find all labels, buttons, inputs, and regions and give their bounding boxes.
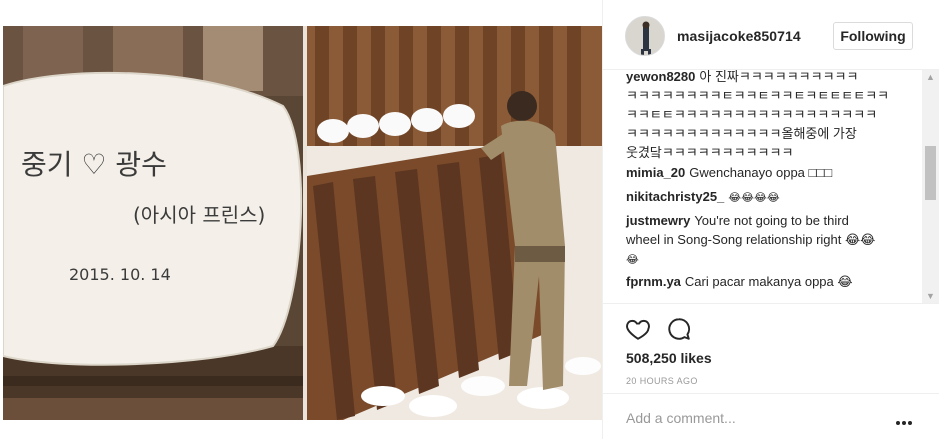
comment-username[interactable]: yewon8280 — [626, 70, 695, 84]
comment-item: nikitachristy25_ 😂😂😂😂 — [626, 187, 901, 207]
scrollbar-thumb[interactable] — [925, 146, 936, 200]
username-link[interactable]: masijacoke850714 — [677, 28, 801, 44]
avatar-image — [626, 17, 664, 55]
comment-username[interactable]: fprnm.ya — [626, 274, 681, 289]
comments-scrollbar[interactable]: ▲ ▼ — [922, 70, 939, 303]
comment-text: ㅋㅋㅋㅋㅋㅋㅋㅋㅌㅋㅋㅌㅋㅋㅌㅋㅌㅌㅌㅌㅋㅋ — [626, 88, 890, 103]
comment-item: 😂 — [626, 249, 901, 269]
comment-text: ㅋㅋㅌㅌㅋㅋㅋㅋㅋㅋㅋㅋㅋㅋㅋㅋㅋㅋㅋㅋㅋ — [626, 107, 878, 122]
add-comment-bar — [602, 393, 939, 439]
comment-text: 😂 — [626, 253, 639, 266]
comment-item: 웃겼닼ㅋㅋㅋㅋㅋㅋㅋㅋㅋㅋㅋ — [626, 143, 901, 162]
post-header: masijacoke850714 Following — [602, 0, 939, 70]
comment-item: wheel in Song-Song relationship right 😂😂 — [626, 230, 901, 249]
likes-count[interactable]: 508,250 likes — [626, 350, 712, 366]
heart-glyph — [626, 319, 650, 340]
comment-text: 웃겼닼ㅋㅋㅋㅋㅋㅋㅋㅋㅋㅋㅋ — [626, 145, 794, 160]
ellipsis-dot — [902, 421, 906, 425]
post-side-panel: masijacoke850714 Following yewon8280 아 진짜… — [602, 0, 939, 439]
post-photo[interactable]: 중기 ♡ 광수 (아시아 프린스) 2015. 10. 14 — [3, 26, 602, 420]
instagram-post: 중기 ♡ 광수 (아시아 프린스) 2015. 10. 14 masijacok… — [0, 0, 939, 439]
comment-item: mimia_20 Gwenchanayo oppa □□□ — [626, 163, 901, 182]
comment-username[interactable]: nikitachristy25_ — [626, 189, 724, 204]
comment-item: yewon8280 아 진짜ㅋㅋㅋㅋㅋㅋㅋㅋㅋㅋ — [626, 70, 901, 86]
post-photo-graphic: 중기 ♡ 광수 (아시아 프린스) 2015. 10. 14 — [3, 26, 602, 420]
comment-item: ㅋㅋㅋㅋㅋㅋㅋㅋㅋㅋㅋㅋㅋ올해중에 가장 — [626, 124, 901, 143]
comment-text: 😂😂😂😂 — [728, 191, 780, 204]
avatar[interactable] — [625, 16, 665, 56]
comment-text: ㅋㅋㅋㅋㅋㅋㅋㅋㅋㅋㅋㅋㅋ올해중에 가장 — [626, 126, 857, 141]
comment-item: ㅋㅋㅌㅌㅋㅋㅋㅋㅋㅋㅋㅋㅋㅋㅋㅋㅋㅋㅋㅋㅋ — [626, 105, 901, 124]
comment-item: justmewry You're not going to be third — [626, 211, 901, 230]
following-button[interactable]: Following — [833, 22, 913, 50]
comment-text: wheel in Song-Song relationship right 😂😂 — [626, 232, 876, 247]
comment-username[interactable]: mimia_20 — [626, 165, 685, 180]
ellipsis-dot — [896, 421, 900, 425]
comment-text: 아 진짜ㅋㅋㅋㅋㅋㅋㅋㅋㅋㅋ — [699, 70, 859, 84]
stone-inscription-line1: 중기 ♡ 광수 — [21, 148, 167, 181]
stone-inscription-line2: (아시아 프린스) — [133, 203, 265, 227]
comment-text: You're not going to be third — [694, 213, 849, 228]
ellipsis-dot — [908, 421, 912, 425]
add-comment-input[interactable] — [626, 408, 876, 428]
ellipsis-icon[interactable] — [896, 412, 914, 425]
scroll-down-arrow-icon[interactable]: ▼ — [922, 289, 939, 303]
speech-bubble-glyph — [668, 318, 691, 340]
scroll-up-arrow-icon[interactable]: ▲ — [922, 70, 939, 84]
comment-item: fprnm.ya Cari pacar makanya oppa 😂 — [626, 272, 901, 291]
comment-username[interactable]: justmewry — [626, 213, 690, 228]
post-actions: 508,250 likes 20 HOURS AGO — [602, 303, 939, 393]
speech-bubble-icon[interactable] — [666, 316, 692, 342]
heart-outline-icon[interactable] — [625, 316, 651, 342]
post-timestamp[interactable]: 20 HOURS AGO — [626, 376, 698, 386]
comment-item: ㅋㅋㅋㅋㅋㅋㅋㅋㅌㅋㅋㅌㅋㅋㅌㅋㅌㅌㅌㅌㅋㅋ — [626, 86, 901, 105]
comment-text: Gwenchanayo oppa □□□ — [689, 165, 833, 180]
comments-list: yewon8280 아 진짜ㅋㅋㅋㅋㅋㅋㅋㅋㅋㅋ ㅋㅋㅋㅋㅋㅋㅋㅋㅌㅋㅋㅌㅋㅋㅌㅋ… — [602, 70, 939, 303]
stone-inscription-line3: 2015. 10. 14 — [69, 265, 171, 284]
comment-text: Cari pacar makanya oppa 😂 — [684, 274, 853, 289]
